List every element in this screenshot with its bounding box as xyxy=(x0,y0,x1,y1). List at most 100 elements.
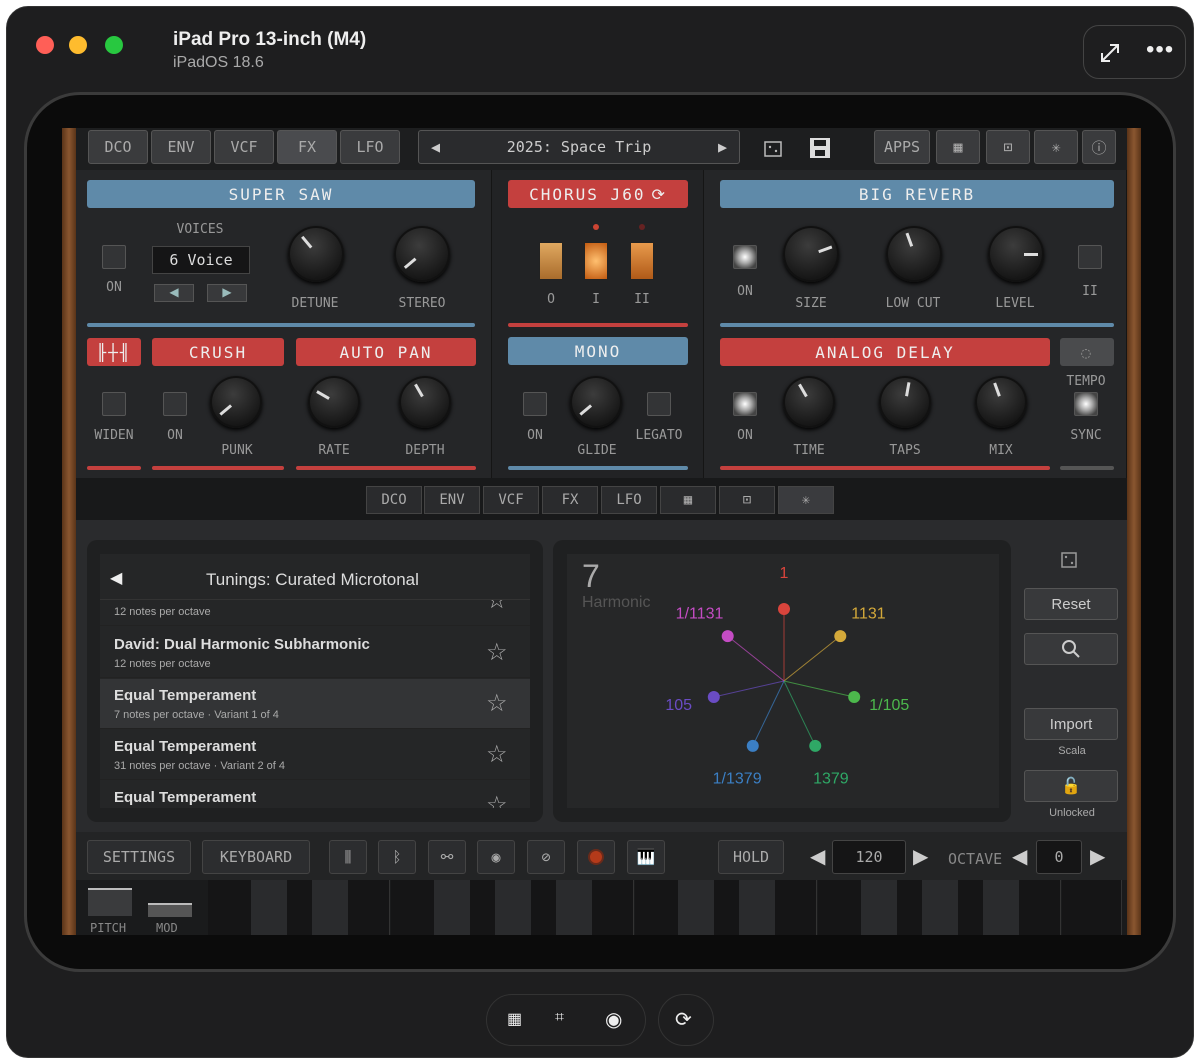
dice-icon[interactable] xyxy=(762,137,786,159)
punk-knob[interactable] xyxy=(210,376,262,428)
chorus-button-0[interactable] xyxy=(539,242,563,280)
preset-prev-button[interactable]: ◀ xyxy=(431,138,440,156)
back-button[interactable]: ◀ xyxy=(110,568,122,588)
delay-time-knob[interactable] xyxy=(783,376,835,428)
lower-pad-button[interactable]: ⊡ xyxy=(719,486,775,514)
rate-knob[interactable] xyxy=(308,376,360,428)
star-icon[interactable]: ☆ xyxy=(486,638,508,667)
midi-button[interactable]: ◉ xyxy=(477,840,515,874)
delay-mix-knob[interactable] xyxy=(975,376,1027,428)
bluetooth-button[interactable]: ᛒ xyxy=(378,840,416,874)
black-key[interactable] xyxy=(678,880,714,935)
zoom-button[interactable] xyxy=(105,36,123,54)
black-key[interactable] xyxy=(434,880,470,935)
tab-env[interactable]: ENV xyxy=(151,130,211,164)
detune-knob[interactable] xyxy=(288,226,344,282)
legato-toggle[interactable] xyxy=(647,392,671,416)
pad-view-button[interactable]: ⊡ xyxy=(986,130,1030,164)
lower-tab-lfo[interactable]: LFO xyxy=(601,486,657,514)
grid-view-button[interactable]: ▦ xyxy=(936,130,980,164)
hold-button[interactable]: HOLD xyxy=(718,840,784,874)
white-key[interactable] xyxy=(1062,880,1122,935)
record-screen-icon[interactable]: ◉ xyxy=(605,1007,622,1032)
mono-on-toggle[interactable] xyxy=(523,392,547,416)
black-key[interactable] xyxy=(495,880,531,935)
black-key[interactable] xyxy=(251,880,287,935)
tuning-row[interactable]: David: Dual Harmonic Subharmonic 12 notes… xyxy=(100,628,530,678)
voices-increase-button[interactable]: ▶ xyxy=(207,284,247,302)
delay-taps-knob[interactable] xyxy=(879,376,931,428)
reverb-level-knob[interactable] xyxy=(988,226,1044,282)
octave-increase-button[interactable]: ▶ xyxy=(1090,844,1105,869)
reset-button[interactable]: Reset xyxy=(1024,588,1118,620)
harmonic-node[interactable] xyxy=(809,739,822,752)
lock-button[interactable]: 🔓 xyxy=(1024,770,1118,802)
reverb-size-knob[interactable] xyxy=(783,226,839,282)
lower-tuning-button[interactable]: ✳ xyxy=(778,486,834,514)
tempo-sync-toggle[interactable] xyxy=(1074,392,1098,416)
reverb-on-toggle[interactable] xyxy=(733,245,757,269)
info-button[interactable]: ⓘ xyxy=(1082,130,1116,164)
minimize-button[interactable] xyxy=(69,36,87,54)
save-icon[interactable] xyxy=(808,136,832,160)
chorus-button-2[interactable] xyxy=(630,242,654,280)
black-key[interactable] xyxy=(861,880,897,935)
harmonic-node[interactable] xyxy=(746,739,759,752)
tab-lfo[interactable]: LFO xyxy=(340,130,400,164)
piano-button[interactable]: 🎹 xyxy=(627,840,665,874)
star-icon[interactable]: ☆ xyxy=(486,689,508,718)
crush-on-toggle[interactable] xyxy=(163,392,187,416)
harmonic-node[interactable] xyxy=(848,691,861,704)
home-grid-icon[interactable]: ▦ xyxy=(507,1009,522,1029)
lower-tab-vcf[interactable]: VCF xyxy=(483,486,539,514)
import-button[interactable]: Import xyxy=(1024,708,1118,740)
tab-vcf[interactable]: VCF xyxy=(214,130,274,164)
expand-icon[interactable] xyxy=(1098,41,1122,65)
reverb-low-cut-knob[interactable] xyxy=(886,226,942,282)
mod-wheel[interactable] xyxy=(148,903,192,917)
lower-tab-dco[interactable]: DCO xyxy=(366,486,422,514)
screenshot-icon[interactable]: ⌗ xyxy=(555,1009,564,1027)
tab-dco[interactable]: DCO xyxy=(88,130,148,164)
settings-button[interactable]: SETTINGS xyxy=(87,840,191,874)
star-icon[interactable]: ☆ xyxy=(486,740,508,769)
close-button[interactable] xyxy=(36,36,54,54)
octave-decrease-button[interactable]: ◀ xyxy=(1012,844,1027,869)
star-view-button[interactable]: ✳ xyxy=(1034,130,1078,164)
tempo-field[interactable]: 120 xyxy=(832,840,906,874)
chorus-button-1[interactable] xyxy=(584,242,608,280)
reverb-ii-toggle[interactable] xyxy=(1078,245,1102,269)
dice-icon[interactable] xyxy=(1058,549,1082,571)
keyboard-button[interactable]: KEYBOARD xyxy=(202,840,310,874)
harmonic-node[interactable] xyxy=(834,630,847,643)
octave-field[interactable]: 0 xyxy=(1036,840,1082,874)
tab-fx[interactable]: FX xyxy=(277,130,337,164)
chorus-header[interactable]: CHORUS J60 ⟳ xyxy=(508,180,688,208)
lower-grid-button[interactable]: ▦ xyxy=(660,486,716,514)
stereo-knob[interactable] xyxy=(394,226,450,282)
black-key[interactable] xyxy=(922,880,958,935)
tempo-increase-button[interactable]: ▶ xyxy=(913,844,928,869)
lower-tab-fx[interactable]: FX xyxy=(542,486,598,514)
black-key[interactable] xyxy=(983,880,1019,935)
record-button[interactable] xyxy=(577,840,615,874)
harmonic-node[interactable] xyxy=(778,603,790,615)
widen-toggle[interactable] xyxy=(102,392,126,416)
black-key[interactable] xyxy=(739,880,775,935)
search-button[interactable] xyxy=(1024,633,1118,665)
apps-button[interactable]: APPS xyxy=(874,130,930,164)
pitch-wheel[interactable] xyxy=(88,888,132,916)
depth-knob[interactable] xyxy=(399,376,451,428)
more-icon[interactable]: ••• xyxy=(1146,36,1174,64)
super-saw-on-toggle[interactable] xyxy=(102,245,126,269)
glide-knob[interactable] xyxy=(570,376,622,428)
harmonic-node[interactable] xyxy=(721,630,734,643)
mixer-button[interactable]: ⫼ xyxy=(329,840,367,874)
lower-tab-env[interactable]: ENV xyxy=(424,486,480,514)
preset-selector[interactable]: ◀ 2025: Space Trip ▶ xyxy=(418,130,740,164)
tuning-row[interactable]: Equal Temperament ☆ xyxy=(100,781,530,808)
black-key[interactable] xyxy=(312,880,348,935)
star-icon[interactable]: ☆ xyxy=(486,791,508,808)
delay-on-toggle[interactable] xyxy=(733,392,757,416)
tempo-decrease-button[interactable]: ◀ xyxy=(810,844,825,869)
